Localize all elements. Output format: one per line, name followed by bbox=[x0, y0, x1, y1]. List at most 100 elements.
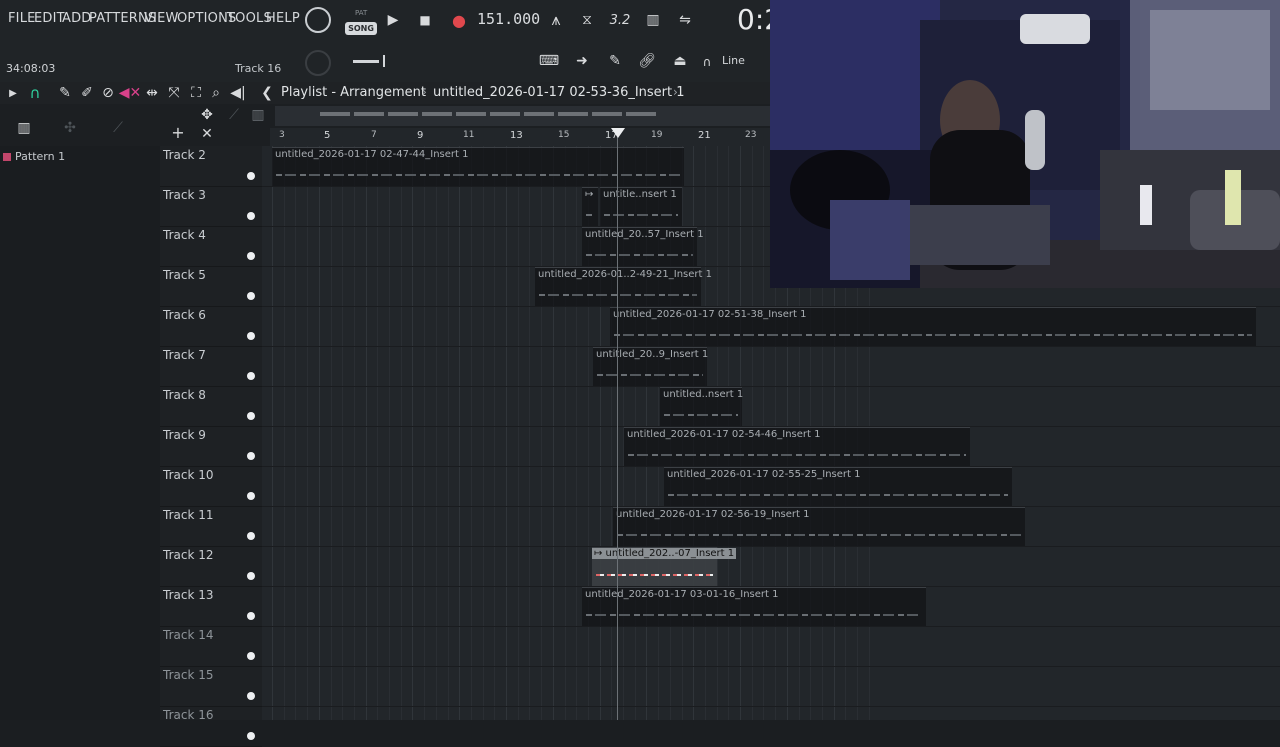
track-name[interactable]: Track 9 bbox=[163, 428, 206, 442]
track-enable-led-icon[interactable] bbox=[247, 732, 255, 740]
delete-icon[interactable]: ⊘ bbox=[100, 84, 116, 102]
track-lane[interactable] bbox=[262, 706, 1280, 720]
track-name[interactable]: Track 14 bbox=[163, 628, 213, 642]
close-icon[interactable]: ✕ bbox=[199, 126, 215, 142]
step-edit-icon[interactable]: ▥ bbox=[641, 9, 665, 31]
track-enable-led-icon[interactable] bbox=[247, 372, 255, 380]
track-header[interactable]: Track 3 bbox=[160, 186, 262, 227]
track-header[interactable]: Track 2 bbox=[160, 146, 262, 187]
track-header[interactable]: Track 9 bbox=[160, 426, 262, 467]
track-lane[interactable] bbox=[262, 346, 1280, 387]
track-name[interactable]: Track 3 bbox=[163, 188, 206, 202]
paint-icon[interactable]: ✐ bbox=[79, 84, 95, 102]
track-name[interactable]: Track 10 bbox=[163, 468, 213, 482]
song-mode-toggle[interactable]: SONG bbox=[345, 22, 377, 35]
track-name[interactable]: Track 7 bbox=[163, 348, 206, 362]
snap-setting[interactable]: Line bbox=[722, 54, 745, 67]
track-name[interactable]: Track 13 bbox=[163, 588, 213, 602]
nav-left-icon[interactable]: ❮ bbox=[260, 84, 274, 102]
track-enable-led-icon[interactable] bbox=[247, 652, 255, 660]
track-header[interactable]: Track 11 bbox=[160, 506, 262, 547]
track-enable-led-icon[interactable] bbox=[247, 532, 255, 540]
track-header[interactable]: Track 4 bbox=[160, 226, 262, 267]
menu-edit[interactable]: EDIT bbox=[34, 11, 65, 26]
move-icon[interactable]: ✥ bbox=[198, 107, 216, 123]
track-name[interactable]: Track 2 bbox=[163, 148, 206, 162]
master-pitch-slider[interactable] bbox=[353, 60, 379, 63]
track-name[interactable]: Track 5 bbox=[163, 268, 206, 282]
track-name[interactable]: Track 6 bbox=[163, 308, 206, 322]
audio-clip[interactable]: untitled_20..9_Insert 1 bbox=[593, 347, 708, 386]
track-enable-led-icon[interactable] bbox=[247, 612, 255, 620]
mixer-icon[interactable]: ▥ bbox=[249, 107, 267, 123]
menu-view[interactable]: VIEW bbox=[144, 11, 179, 26]
track-name[interactable]: Track 8 bbox=[163, 388, 206, 402]
track-enable-led-icon[interactable] bbox=[247, 412, 255, 420]
play-icon[interactable]: ▶ bbox=[385, 10, 401, 30]
track-header[interactable]: Track 13 bbox=[160, 586, 262, 627]
track-enable-led-icon[interactable] bbox=[247, 212, 255, 220]
audio-clip-icon[interactable]: ✣ bbox=[60, 120, 80, 136]
pattern-item[interactable]: Pattern 1 bbox=[3, 150, 65, 163]
arrow-right-icon[interactable]: ➜ bbox=[572, 50, 592, 72]
audio-clip[interactable]: untitle..nsert 1 bbox=[600, 187, 682, 226]
track-enable-led-icon[interactable] bbox=[247, 332, 255, 340]
overview-strip[interactable] bbox=[275, 106, 770, 126]
slider-handle[interactable] bbox=[383, 55, 385, 67]
track-header[interactable]: Track 10 bbox=[160, 466, 262, 507]
brush-icon[interactable]: ✎ bbox=[605, 50, 625, 72]
menu-add[interactable]: ADD bbox=[62, 11, 92, 26]
tempo-display[interactable]: 151.000 bbox=[477, 10, 540, 28]
automation-icon[interactable]: ⟋ bbox=[108, 120, 128, 136]
audio-clip[interactable]: untitled_2026-01-17 02-56-19_Insert 1 bbox=[613, 507, 1025, 546]
track-header[interactable]: Track 16 bbox=[160, 706, 262, 747]
track-enable-led-icon[interactable] bbox=[247, 452, 255, 460]
track-lane[interactable] bbox=[262, 666, 1280, 707]
wait-record-icon[interactable]: ⧖ bbox=[576, 9, 598, 31]
record-icon[interactable]: ● bbox=[451, 10, 467, 30]
playhead-marker-icon[interactable] bbox=[611, 128, 625, 138]
slice-icon[interactable]: ⤧ bbox=[166, 84, 182, 102]
track-header[interactable]: Track 12 bbox=[160, 546, 262, 587]
loop-record-icon[interactable]: ⇋ bbox=[673, 9, 697, 31]
breadcrumb-arrow-icon[interactable]: › bbox=[673, 85, 678, 99]
zoom-icon[interactable]: ⌕ bbox=[208, 84, 224, 102]
link-small-icon[interactable]: ⟋ bbox=[226, 107, 242, 123]
piano-icon[interactable]: ▥ bbox=[15, 120, 33, 136]
pat-label[interactable]: PAT bbox=[355, 9, 367, 17]
link-icon[interactable]: 🔗︎ bbox=[637, 50, 657, 72]
slip-icon[interactable]: ⇹ bbox=[144, 84, 160, 102]
audio-clip[interactable]: untitled_2026-01-17 02-51-38_Insert 1 bbox=[610, 307, 1256, 346]
track-name[interactable]: Track 12 bbox=[163, 548, 213, 562]
audio-clip[interactable]: untitled_2026-01-17 02-47-44_Insert 1 bbox=[272, 147, 684, 186]
track-name[interactable]: Track 4 bbox=[163, 228, 206, 242]
track-name[interactable]: Track 15 bbox=[163, 668, 213, 682]
audio-clip[interactable]: untitled_20..57_Insert 1 bbox=[582, 227, 704, 266]
track-enable-led-icon[interactable] bbox=[247, 292, 255, 300]
track-name[interactable]: Track 11 bbox=[163, 508, 213, 522]
pencil-icon[interactable]: ✎ bbox=[57, 84, 73, 102]
menu-file[interactable]: FILE bbox=[8, 11, 36, 26]
audio-clip[interactable]: ↦ bbox=[582, 187, 598, 226]
audio-clip[interactable]: untitled_2026-01-17 03-01-16_Insert 1 bbox=[582, 587, 926, 626]
track-header[interactable]: Track 5 bbox=[160, 266, 262, 307]
select-icon[interactable]: ⛶ bbox=[188, 84, 204, 102]
track-enable-led-icon[interactable] bbox=[247, 252, 255, 260]
audio-clip[interactable]: untitled..nsert 1 bbox=[660, 387, 743, 426]
audio-clip[interactable]: untitled_2026-01..2-49-21_Insert 1 bbox=[535, 267, 712, 306]
countdown-icon[interactable]: 3.2 bbox=[608, 9, 632, 31]
track-enable-led-icon[interactable] bbox=[247, 492, 255, 500]
magnet-icon[interactable]: ∩ bbox=[700, 52, 714, 72]
track-enable-led-icon[interactable] bbox=[247, 572, 255, 580]
track-header[interactable]: Track 7 bbox=[160, 346, 262, 387]
keyboard-icon[interactable]: ⌨ bbox=[537, 50, 561, 72]
track-lane[interactable] bbox=[262, 386, 1280, 427]
master-volume-knob[interactable] bbox=[305, 7, 331, 33]
timeline-ruler[interactable]: 3 5 7 9 11 13 15 17 19 21 23 bbox=[270, 128, 770, 146]
track-header[interactable]: Track 14 bbox=[160, 626, 262, 667]
audio-clip[interactable]: ↦ untitled_202..-07_Insert 1 bbox=[592, 547, 737, 586]
track-enable-led-icon[interactable] bbox=[247, 172, 255, 180]
track-header[interactable]: Track 15 bbox=[160, 666, 262, 707]
playlist-menu-arrow-icon[interactable]: ▶ bbox=[7, 85, 19, 101]
playback-icon[interactable]: ◀| bbox=[230, 84, 246, 102]
